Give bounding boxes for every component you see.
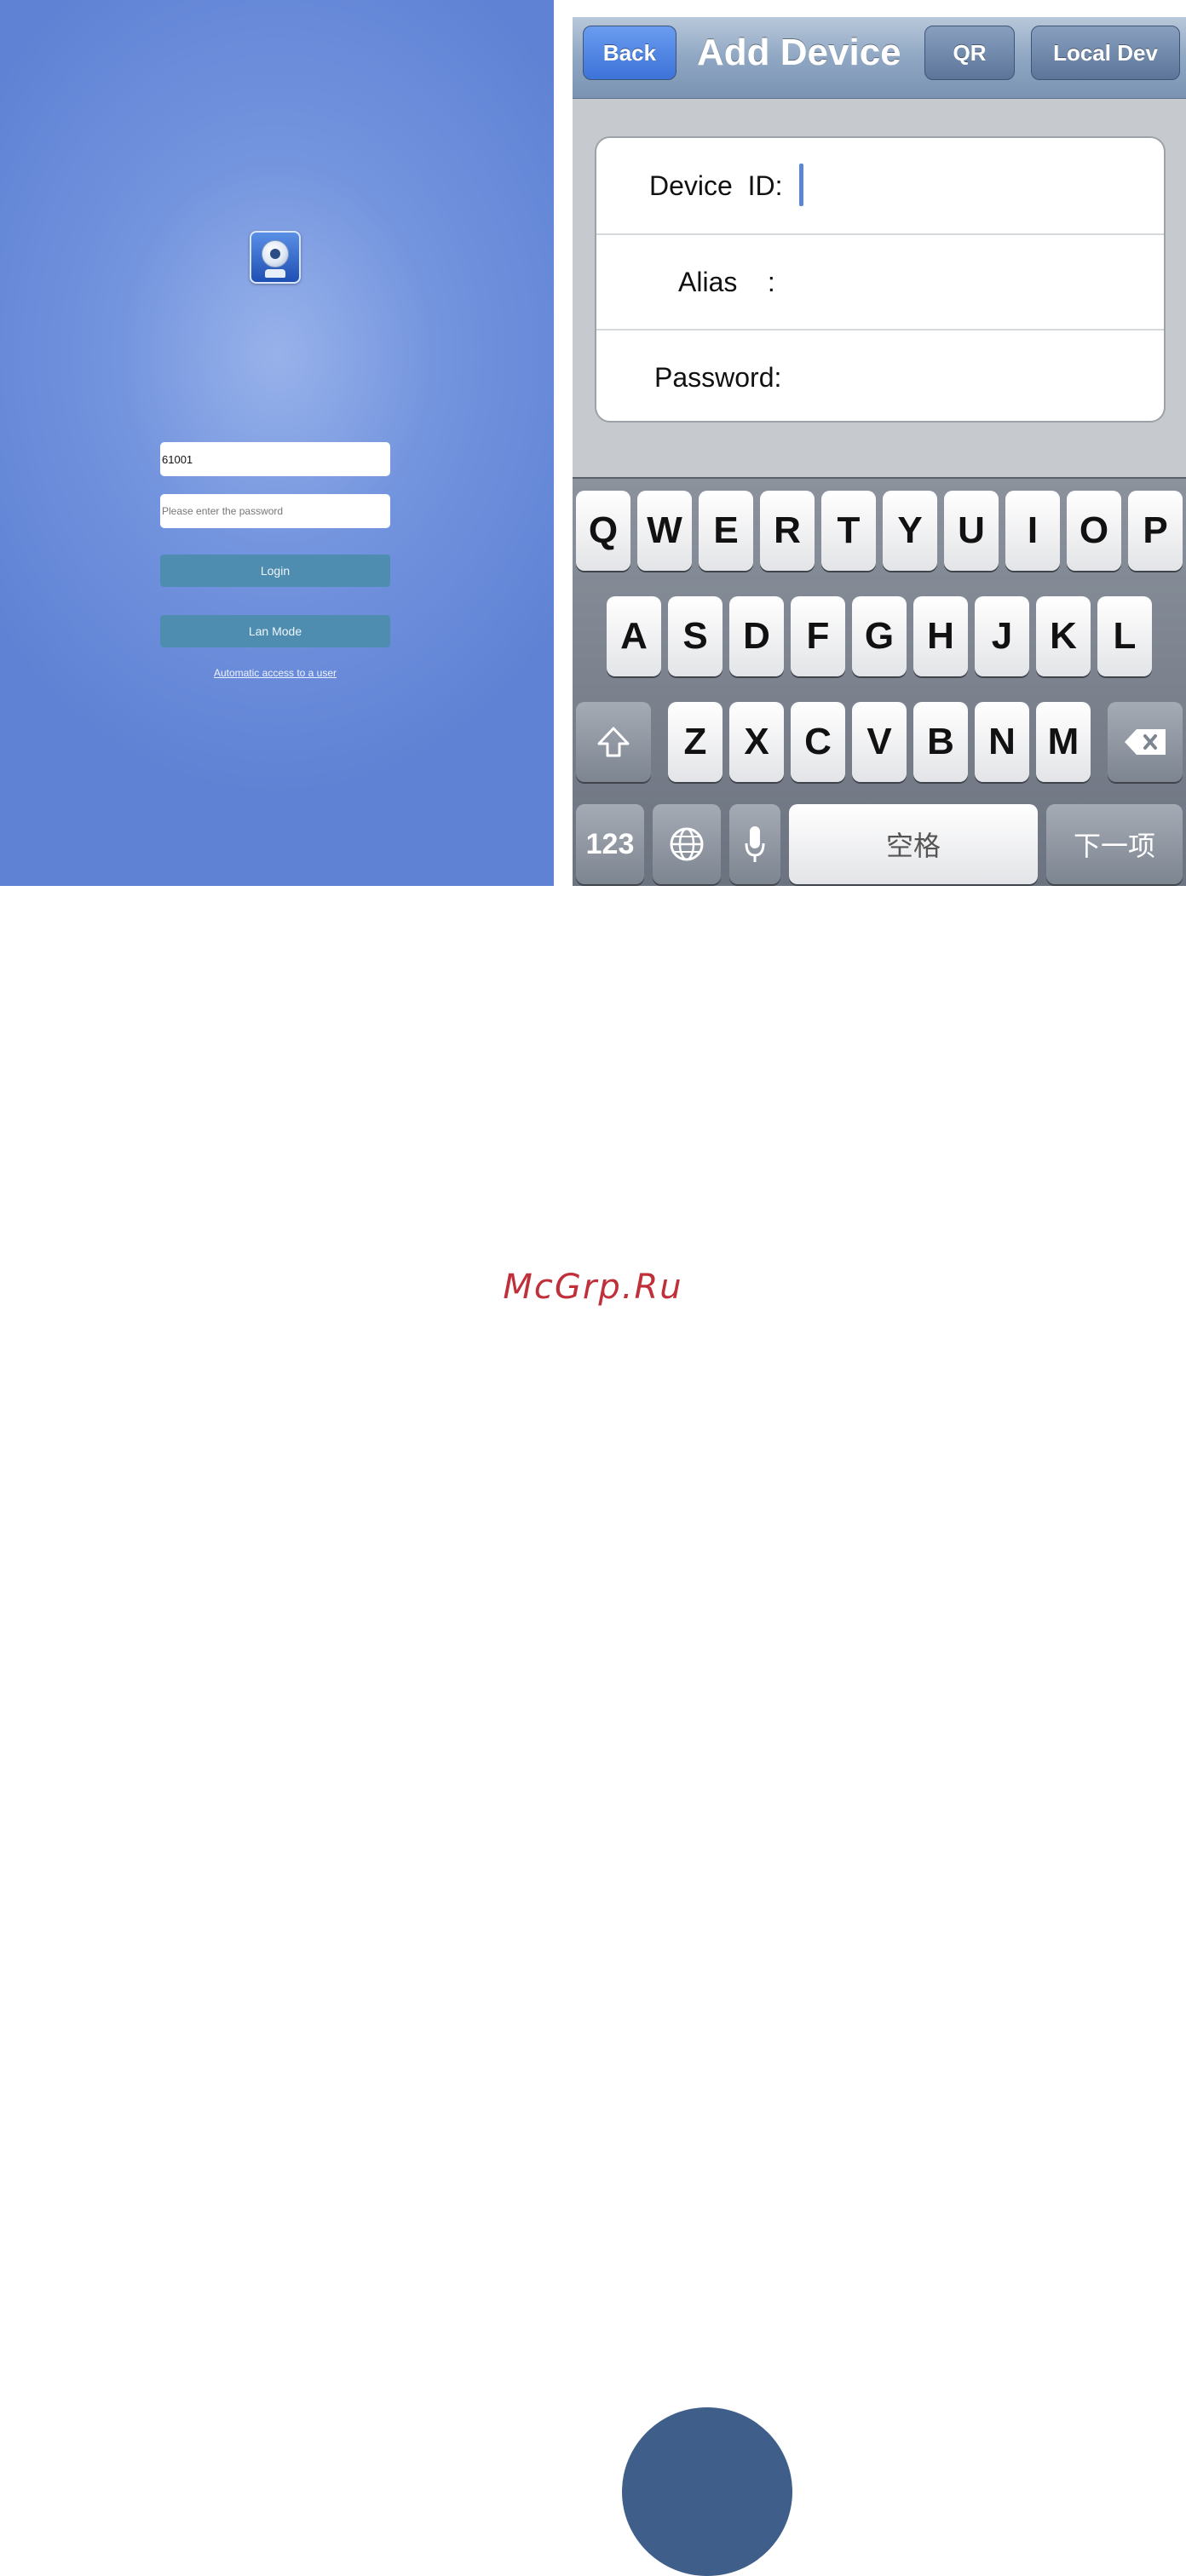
space-key[interactable]: 空格: [789, 804, 1038, 884]
password-row[interactable]: Password:: [596, 329, 1164, 421]
key-w[interactable]: W: [637, 491, 692, 571]
key-r[interactable]: R: [760, 491, 815, 571]
device-id-label: Device ID:: [649, 170, 783, 201]
login-screenshot: 61001 Please enter the password Login La…: [0, 0, 554, 886]
key-s[interactable]: S: [668, 596, 723, 676]
page-title: Add Device: [697, 32, 901, 73]
key-v[interactable]: V: [852, 702, 907, 782]
key-f[interactable]: F: [791, 596, 845, 676]
qr-button[interactable]: QR: [924, 26, 1015, 80]
globe-key[interactable]: [653, 804, 721, 884]
key-q[interactable]: Q: [576, 491, 630, 571]
device-id-row[interactable]: Device ID:: [596, 138, 1164, 233]
shift-arrow-icon: [597, 727, 630, 757]
key-x[interactable]: X: [729, 702, 784, 782]
alias-row[interactable]: Alias :: [596, 233, 1164, 329]
automatic-access-link[interactable]: Automatic access to a user: [160, 667, 390, 679]
key-o[interactable]: O: [1067, 491, 1121, 571]
microphone-icon: [745, 826, 765, 862]
next-key[interactable]: 下一项: [1046, 804, 1183, 884]
backspace-icon: [1125, 729, 1166, 755]
key-y[interactable]: Y: [883, 491, 937, 571]
username-input[interactable]: 61001: [160, 442, 390, 476]
local-dev-button[interactable]: Local Dev: [1031, 26, 1180, 80]
lan-mode-button[interactable]: Lan Mode: [160, 615, 390, 647]
key-u[interactable]: U: [944, 491, 999, 571]
key-j[interactable]: J: [975, 596, 1029, 676]
page-marker-circle: [622, 2407, 792, 2576]
key-n[interactable]: N: [975, 702, 1029, 782]
key-a[interactable]: A: [607, 596, 661, 676]
key-d[interactable]: D: [729, 596, 784, 676]
keyboard: 123 空格 下一项 QWERTYUIOP ASDFGHJKL ZXCVBNM: [573, 477, 1186, 886]
key-e[interactable]: E: [699, 491, 753, 571]
alias-label: Alias :: [678, 266, 775, 297]
navigation-bar: Back Add Device QR Local Dev: [573, 17, 1186, 99]
key-p[interactable]: P: [1128, 491, 1183, 571]
key-k[interactable]: K: [1036, 596, 1091, 676]
password-label: Password:: [654, 361, 782, 393]
password-input[interactable]: Please enter the password: [160, 494, 390, 528]
key-c[interactable]: C: [791, 702, 845, 782]
microphone-key[interactable]: [729, 804, 780, 884]
key-l[interactable]: L: [1097, 596, 1152, 676]
back-button[interactable]: Back: [583, 26, 676, 80]
key-h[interactable]: H: [913, 596, 968, 676]
key-i[interactable]: I: [1005, 491, 1060, 571]
key-m[interactable]: M: [1036, 702, 1091, 782]
backspace-key[interactable]: [1108, 702, 1183, 782]
webcam-icon: [250, 231, 301, 284]
login-button[interactable]: Login: [160, 555, 390, 587]
globe-icon: [670, 827, 704, 861]
numbers-key[interactable]: 123: [576, 804, 644, 884]
device-form: Device ID: Alias : Password:: [595, 136, 1166, 423]
key-z[interactable]: Z: [668, 702, 723, 782]
key-t[interactable]: T: [821, 491, 876, 571]
watermark: McGrp.Ru: [503, 1268, 683, 1307]
key-b[interactable]: B: [913, 702, 968, 782]
add-device-screenshot: Back Add Device QR Local Dev Device ID: …: [573, 17, 1186, 886]
text-cursor: [799, 164, 803, 206]
key-g[interactable]: G: [852, 596, 907, 676]
shift-key[interactable]: [576, 702, 651, 782]
